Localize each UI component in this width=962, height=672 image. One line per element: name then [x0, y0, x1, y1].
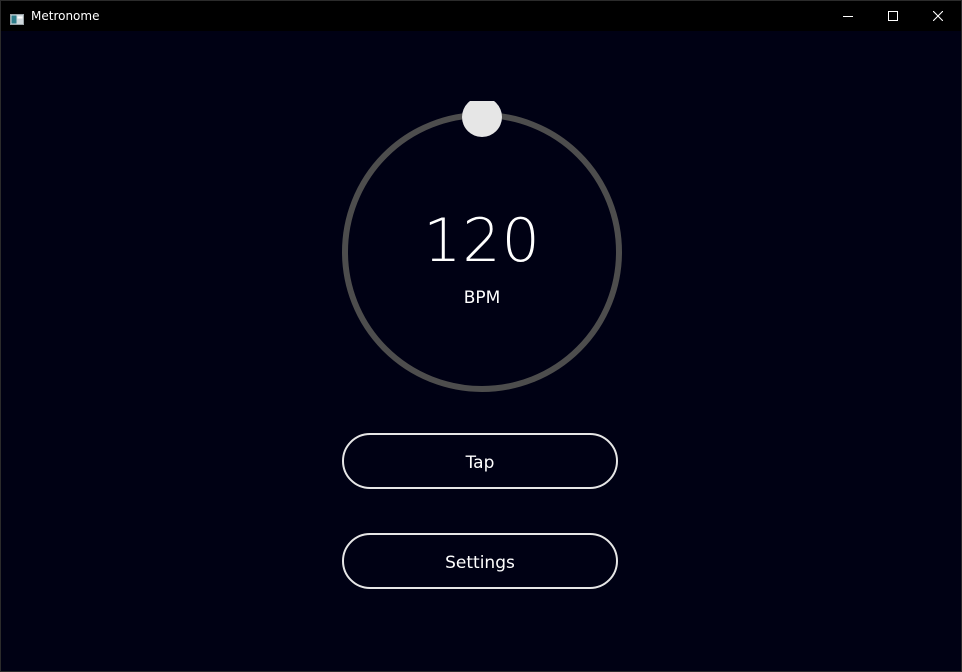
- metronome-window: Metronome 120 BPM Tap Settings: [0, 0, 962, 672]
- minimize-icon: [843, 11, 853, 21]
- tap-button[interactable]: Tap: [342, 433, 618, 489]
- tempo-knob[interactable]: [462, 101, 502, 137]
- app-window-icon: [10, 10, 24, 25]
- bpm-unit-label: BPM: [463, 288, 501, 308]
- maximize-icon: [888, 11, 898, 21]
- minimize-button[interactable]: [825, 1, 871, 31]
- bpm-value: 120: [423, 206, 541, 276]
- close-button[interactable]: [915, 1, 961, 31]
- settings-button[interactable]: Settings: [342, 533, 618, 589]
- close-icon: [933, 11, 943, 21]
- title-bar[interactable]: Metronome: [1, 1, 961, 31]
- maximize-button[interactable]: [870, 1, 916, 31]
- window-title: Metronome: [31, 9, 100, 23]
